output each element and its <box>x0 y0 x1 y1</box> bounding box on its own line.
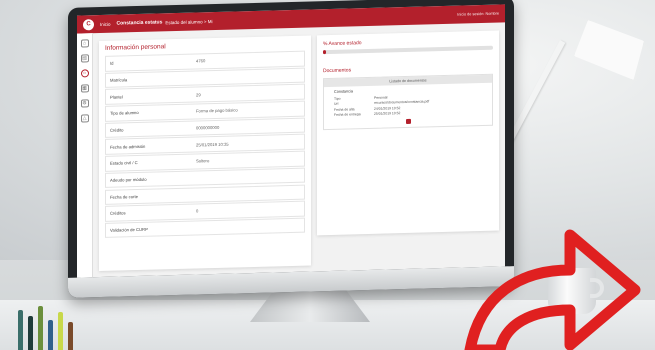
info-field-label: Matrícula <box>110 77 128 83</box>
pencil <box>68 322 73 350</box>
info-field-label: Id <box>110 60 114 66</box>
status-panel: % Avance estado Documentos Listado de do… <box>317 30 499 236</box>
progress-fill <box>323 50 327 55</box>
info-field-value: Forma de pago básico <box>196 107 238 114</box>
breadcrumb: Constancia estatus Estado del alumno > M… <box>117 18 213 27</box>
info-field-label: Fecha de admisión <box>110 143 146 150</box>
document-details: Tipo Personal Url recursos/documentos/const… <box>334 92 482 118</box>
info-field-value: 0 <box>196 208 199 214</box>
info-field-value <box>196 75 304 78</box>
pencil <box>48 320 53 350</box>
home-icon[interactable]: ⌂ <box>80 39 89 48</box>
pencil-cup <box>14 300 94 350</box>
info-field-label: Validación de CURP <box>110 226 148 233</box>
personal-info-panel: Información personal Id 4760 Matrícula Plan… <box>99 35 311 272</box>
settings-icon[interactable]: ⚙ <box>80 99 89 108</box>
documents-title: Documentos <box>323 67 352 75</box>
share-arrow-shape <box>464 229 641 350</box>
info-field-label: Adeudo por módulo <box>110 176 147 183</box>
info-field-label: Tipo de alumno <box>110 110 139 117</box>
app-logo[interactable]: C <box>83 18 94 30</box>
info-field-label: Fecha de corte <box>110 193 138 200</box>
alert-icon[interactable]: △ <box>80 114 89 123</box>
monitor-screen: C Inicio Constancia estatus Estado del a… <box>77 4 505 278</box>
info-field-value: Soltero <box>196 158 210 164</box>
document-detail-value: 25/01/2019 10:52 <box>374 111 401 117</box>
user-session[interactable]: Inicio de sesión: Nombre <box>457 12 499 17</box>
info-field-label: Estado civil / C <box>110 160 138 167</box>
pencil <box>28 316 33 350</box>
pencil <box>18 310 23 350</box>
monitor-stand <box>250 290 370 322</box>
share-arrow-graphic <box>464 229 641 350</box>
documents-table: Listado de documentos Constancia Tipo Per… <box>323 73 493 131</box>
info-field-label: Crédito <box>110 127 124 133</box>
info-field-value: 25/01/2019 10:35 <box>196 141 229 148</box>
document-icon[interactable]: ▤ <box>80 54 89 63</box>
progress-bar <box>323 45 493 55</box>
monitor: C Inicio Constancia estatus Estado del a… <box>68 0 514 298</box>
info-field-value <box>196 175 304 178</box>
info-field-label: Plantel <box>110 94 123 100</box>
info-field-value <box>196 192 304 195</box>
info-field-value: 29 <box>196 91 201 98</box>
info-field-value <box>196 225 304 228</box>
circle-icon[interactable]: ○ <box>80 69 89 78</box>
chart-icon[interactable]: ▦ <box>80 84 89 93</box>
pencil <box>58 312 63 350</box>
info-field-value: 0000000000 <box>196 124 220 131</box>
pencil <box>38 306 43 350</box>
field-list: Id 4760 Matrícula Plantel 29 Tipo de alumno Fo… <box>105 50 305 239</box>
page-title: Constancia estatus <box>116 19 163 27</box>
panel-title: Información personal <box>105 43 166 52</box>
app-header: C Inicio Constancia estatus Estado del a… <box>77 4 505 34</box>
info-field-value: 4760 <box>196 58 206 64</box>
document-detail-key: Fecha de entrega <box>334 112 361 118</box>
document-entry: Constancia Tipo Personal Url recursos/docum… <box>324 83 492 129</box>
sidebar: ⌂ ▤ ○ ▦ ⚙ △ <box>77 33 93 278</box>
header-section[interactable]: Inicio <box>100 21 111 26</box>
info-field-label: Créditos <box>110 210 126 217</box>
delete-icon[interactable] <box>405 118 411 125</box>
breadcrumb-subtitle[interactable]: Estado del alumno > Mi <box>165 19 212 25</box>
